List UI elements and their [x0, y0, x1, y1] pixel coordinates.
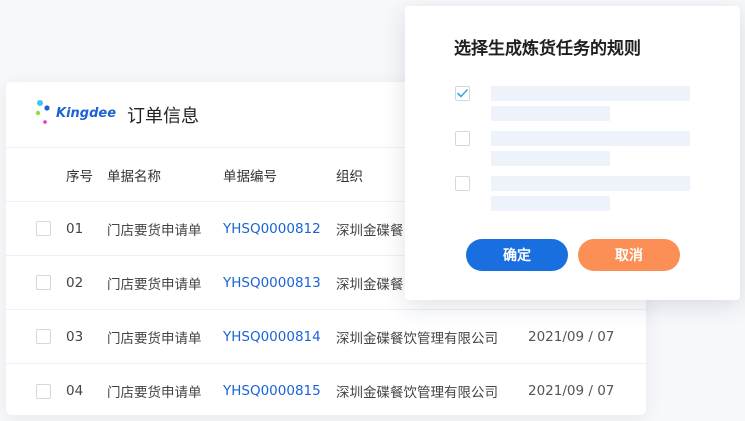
row-name: 门店要货申请单	[107, 276, 202, 293]
row-code-link[interactable]: YHSQ0000813	[223, 256, 321, 309]
cancel-button[interactable]: 取消	[578, 239, 680, 271]
page-title: 订单信息	[127, 106, 199, 127]
row-checkbox[interactable]	[36, 221, 51, 236]
rule-placeholder-bar	[491, 151, 610, 166]
row-no: 01	[66, 220, 84, 237]
row-no: 03	[66, 328, 84, 345]
row-no: 02	[66, 274, 84, 291]
rule-option	[405, 176, 740, 216]
row-name: 门店要货申请单	[107, 330, 202, 347]
rule-checkbox[interactable]	[455, 131, 470, 146]
row-org: 深圳金碟餐饮管理有限公司	[336, 330, 498, 347]
table-row: 03 门店要货申请单 YHSQ0000814 深圳金碟餐饮管理有限公司 2021…	[6, 310, 646, 364]
logo-dots-icon	[35, 100, 50, 124]
row-code-link[interactable]: YHSQ0000814	[223, 310, 321, 363]
rule-checkbox-checked[interactable]	[455, 86, 470, 101]
row-checkbox[interactable]	[36, 329, 51, 344]
row-org: 深圳金碟餐	[336, 276, 404, 293]
table-row: 04 门店要货申请单 YHSQ0000815 深圳金碟餐饮管理有限公司 2021…	[6, 364, 646, 415]
row-name: 门店要货申请单	[107, 222, 202, 239]
dialog-title: 选择生成炼货任务的规则	[454, 39, 641, 59]
row-org: 深圳金碟餐	[336, 222, 404, 239]
row-checkbox[interactable]	[36, 275, 51, 290]
row-name: 门店要货申请单	[107, 385, 202, 401]
col-header-no: 序号	[66, 168, 93, 185]
col-header-org: 组织	[336, 168, 363, 185]
rule-option	[405, 86, 740, 126]
rule-placeholder-bar	[491, 86, 690, 101]
confirm-button[interactable]: 确定	[466, 239, 568, 271]
row-code-link[interactable]: YHSQ0000812	[223, 202, 321, 255]
rule-placeholder-bar	[491, 106, 610, 121]
col-header-name: 单据名称	[107, 168, 161, 185]
row-code-link[interactable]: YHSQ0000815	[223, 364, 321, 415]
row-date: 2021/09 / 07	[528, 383, 615, 399]
logo-text: Kingdee	[56, 106, 117, 121]
check-icon	[457, 89, 468, 98]
row-checkbox[interactable]	[36, 383, 51, 399]
rule-option	[405, 131, 740, 171]
row-no: 04	[66, 383, 84, 399]
row-org: 深圳金碟餐饮管理有限公司	[336, 385, 498, 401]
kingdee-logo: Kingdee	[34, 98, 120, 132]
rule-placeholder-bar	[491, 131, 690, 146]
col-header-code: 单据编号	[223, 168, 277, 185]
rule-placeholder-bar	[491, 176, 690, 191]
rule-checkbox[interactable]	[455, 176, 470, 191]
rule-dialog: 选择生成炼货任务的规则 确定 取消	[405, 6, 740, 300]
row-date: 2021/09 / 07	[528, 328, 615, 345]
rule-placeholder-bar	[491, 196, 610, 211]
